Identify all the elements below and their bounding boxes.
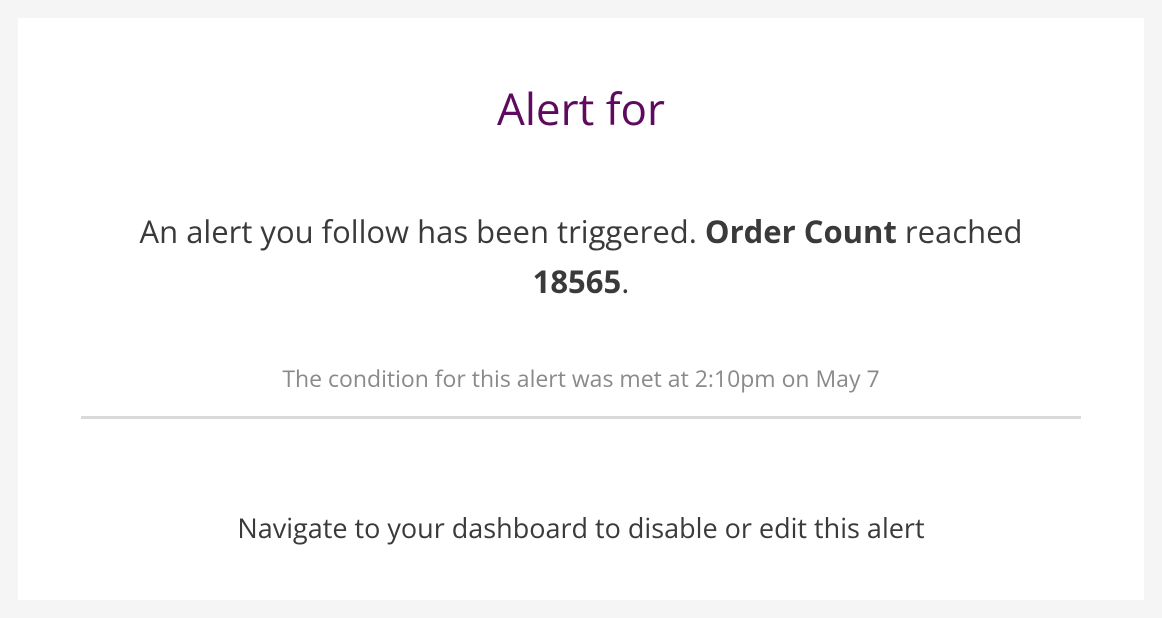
alert-reached-word: reached xyxy=(897,211,1023,253)
alert-condition: The condition for this alert was met at … xyxy=(58,362,1104,394)
alert-intro: An alert you follow has been triggered. xyxy=(140,211,705,253)
alert-metric-name: Order Count xyxy=(705,211,897,253)
divider xyxy=(81,416,1081,419)
alert-footer: Navigate to your dashboard to disable or… xyxy=(58,509,1104,546)
alert-metric-value: 18565 xyxy=(533,261,622,303)
alert-period: . xyxy=(621,261,629,303)
alert-body: An alert you follow has been triggered. … xyxy=(106,208,1056,307)
alert-title: Alert for xyxy=(58,78,1104,138)
alert-card: Alert for An alert you follow has been t… xyxy=(18,18,1144,600)
